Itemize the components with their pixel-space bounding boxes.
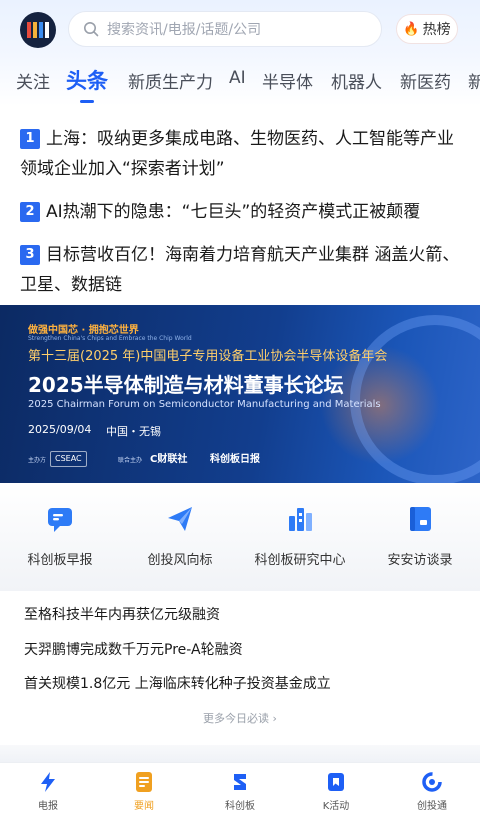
news-item[interactable]: 至格科技半年内再获亿元级融资: [24, 604, 220, 624]
quick-entry-label: 科创板研究中心: [254, 553, 346, 568]
banner-title: 2025半导体制造与材料董事长论坛: [28, 373, 344, 397]
quick-entry-vc-trends[interactable]: 创投风向标: [120, 503, 240, 568]
tab-ai[interactable]: AI: [229, 68, 246, 88]
building-chart-icon: [284, 503, 316, 535]
banner-title-en: 2025 Chairman Forum on Semiconductor Man…: [28, 399, 381, 410]
headline-item[interactable]: 2 AI热潮下的隐患：“七巨头”的轻资产模式正被颠覆: [20, 197, 460, 227]
channel-tabs: 关注 头条 新质生产力 AI 半导体 机器人 新医药 新: [0, 56, 480, 106]
cls-logo: C财联社: [150, 454, 188, 465]
quick-entry-research-center[interactable]: 科创板研究中心: [240, 503, 360, 568]
headline-item[interactable]: 3 目标营收百亿！海南着力培育航天产业集群 涵盖火箭、卫星、数据链: [20, 240, 460, 300]
tab-new-medicine[interactable]: 新医药: [400, 68, 451, 93]
hot-list-label: 热榜: [422, 22, 451, 38]
nav-vc-link[interactable]: 创投通: [384, 771, 480, 812]
banner-co-organizer-label: 联合主办: [118, 457, 143, 464]
lightning-icon: [37, 771, 59, 793]
organizer-logo: CSEAC: [50, 451, 87, 467]
nav-label: 创投通: [417, 801, 447, 812]
bottom-navigation: 电报 要闻 科创板 K活动 创投通: [0, 762, 480, 822]
quick-entry-label: 科创板早报: [27, 553, 93, 568]
star-market-daily-logo: 科创板日报: [210, 454, 260, 465]
nav-label: K活动: [322, 801, 350, 812]
nav-star-market[interactable]: 科创板: [192, 771, 288, 812]
rank-badge: 3: [20, 245, 40, 265]
rank-badge: 1: [20, 129, 40, 149]
quick-entry-label: 创投风向标: [147, 553, 213, 568]
search-input[interactable]: 搜索资讯/电报/话题/公司: [68, 11, 382, 47]
paper-plane-icon: [164, 503, 196, 535]
k-activity-icon: [325, 771, 347, 793]
headline-text: 目标营收百亿！海南着力培育航天产业集群 涵盖火箭、卫星、数据链: [20, 245, 460, 295]
banner-tagline: 做强中国芯 · 拥抱芯世界: [28, 325, 139, 336]
banner-tagline-en: Strengthen China's Chips and Embrace the…: [28, 335, 192, 342]
nav-telegraph[interactable]: 电报: [0, 771, 96, 812]
banner-date: 2025/09/04: [28, 423, 92, 436]
banner-subtitle: 第十三届(2025 年)中国电子专用设备工业协会半导体设备年会: [28, 349, 388, 364]
search-placeholder: 搜索资讯/电报/话题/公司: [107, 22, 262, 38]
tab-robot[interactable]: 机器人: [331, 68, 382, 93]
top-header: 搜索资讯/电报/话题/公司 🔥 热榜: [0, 0, 480, 56]
app-logo-icon[interactable]: [20, 12, 56, 48]
quick-entry-interview[interactable]: 安安访谈录: [360, 503, 480, 568]
search-icon: [84, 22, 99, 37]
tab-more-partial[interactable]: 新: [468, 68, 480, 93]
rank-badge: 2: [20, 202, 40, 222]
quick-entry-label: 安安访谈录: [387, 553, 453, 568]
more-today-link[interactable]: 更多今日必读 ›: [0, 710, 480, 726]
quick-entry-bar: 科创板早报 创投风向标 科创板研究中心 安安访谈录: [0, 483, 480, 591]
tab-follow[interactable]: 关注: [16, 68, 50, 93]
chat-bubble-icon: [44, 503, 76, 535]
news-icon: [133, 771, 155, 793]
active-tab-indicator: [80, 100, 94, 103]
tab-new-productivity[interactable]: 新质生产力: [128, 68, 213, 93]
nav-label: 电报: [38, 801, 58, 812]
forum-banner[interactable]: 做强中国芯 · 拥抱芯世界 Strengthen China's Chips a…: [0, 305, 480, 483]
nav-news[interactable]: 要闻: [96, 771, 192, 812]
news-item[interactable]: 首关规模1.8亿元 上海临床转化种子投资基金成立: [24, 673, 331, 693]
news-item[interactable]: 天羿鹏博完成数千万元Pre-A轮融资: [24, 639, 243, 659]
banner-city: 中国・无锡: [106, 425, 161, 438]
flame-icon: 🔥: [403, 21, 420, 37]
kechuang-icon: [229, 771, 251, 793]
notebook-icon: [404, 503, 436, 535]
banner-organizer-label: 主办方: [28, 457, 47, 464]
headline-text: 上海：吸纳更多集成电路、生物医药、人工智能等产业领域企业加入“探索者计划”: [20, 129, 454, 179]
headline-item[interactable]: 1 上海：吸纳更多集成电路、生物医药、人工智能等产业领域企业加入“探索者计划”: [20, 124, 460, 184]
nav-k-activity[interactable]: K活动: [288, 771, 384, 812]
chuangtou-icon: [421, 771, 443, 793]
hot-list-button[interactable]: 🔥 热榜: [396, 14, 458, 44]
nav-label: 科创板: [225, 801, 255, 812]
tab-headlines[interactable]: 头条: [66, 65, 108, 95]
tab-semiconductor[interactable]: 半导体: [262, 68, 313, 93]
nav-label: 要闻: [134, 801, 154, 812]
quick-entry-morning-report[interactable]: 科创板早报: [0, 503, 120, 568]
headline-text: AI热潮下的隐患：“七巨头”的轻资产模式正被颠覆: [46, 202, 421, 222]
